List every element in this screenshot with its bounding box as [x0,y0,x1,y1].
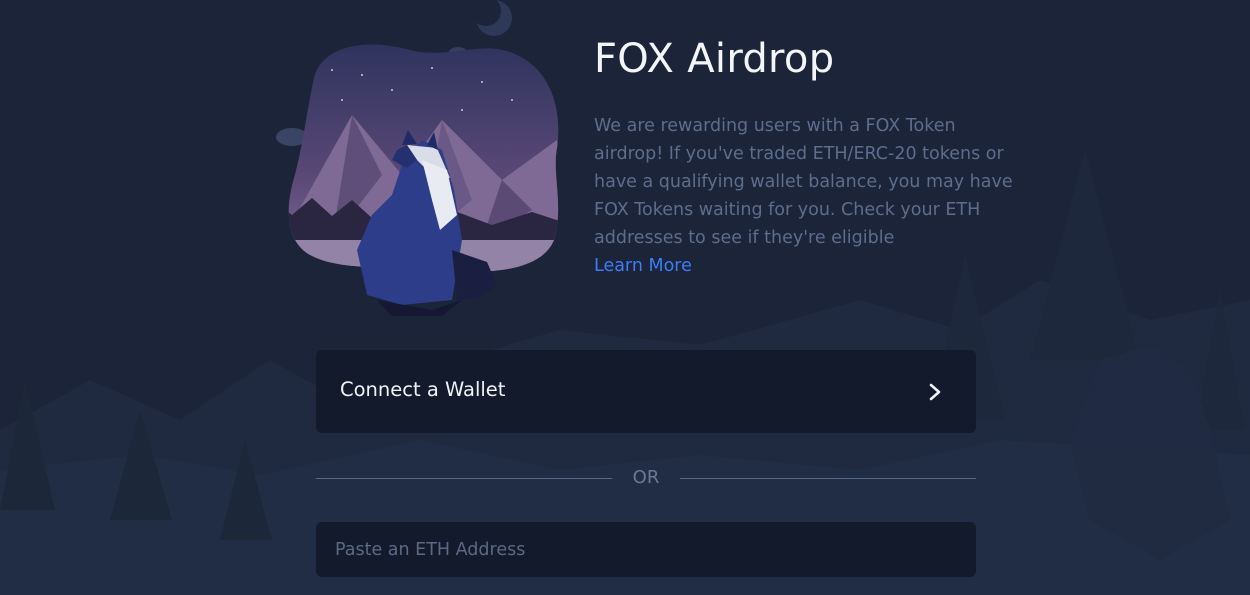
connect-wallet-label: Connect a Wallet [340,378,506,401]
or-divider-label: OR [632,467,660,488]
connect-wallet-button[interactable]: Connect a Wallet [316,350,976,433]
background-scenery [0,150,1250,595]
divider-left [316,478,612,479]
chevron-right-icon [929,383,941,401]
crescent-moon-icon [471,0,512,36]
eth-address-input[interactable] [316,522,976,577]
page-title: FOX Airdrop [594,36,835,82]
divider-right [680,478,976,479]
learn-more-link[interactable]: Learn More [594,252,692,280]
fox-mountain-illustration [276,0,559,316]
airdrop-description: We are rewarding users with a FOX Token … [594,116,1013,248]
